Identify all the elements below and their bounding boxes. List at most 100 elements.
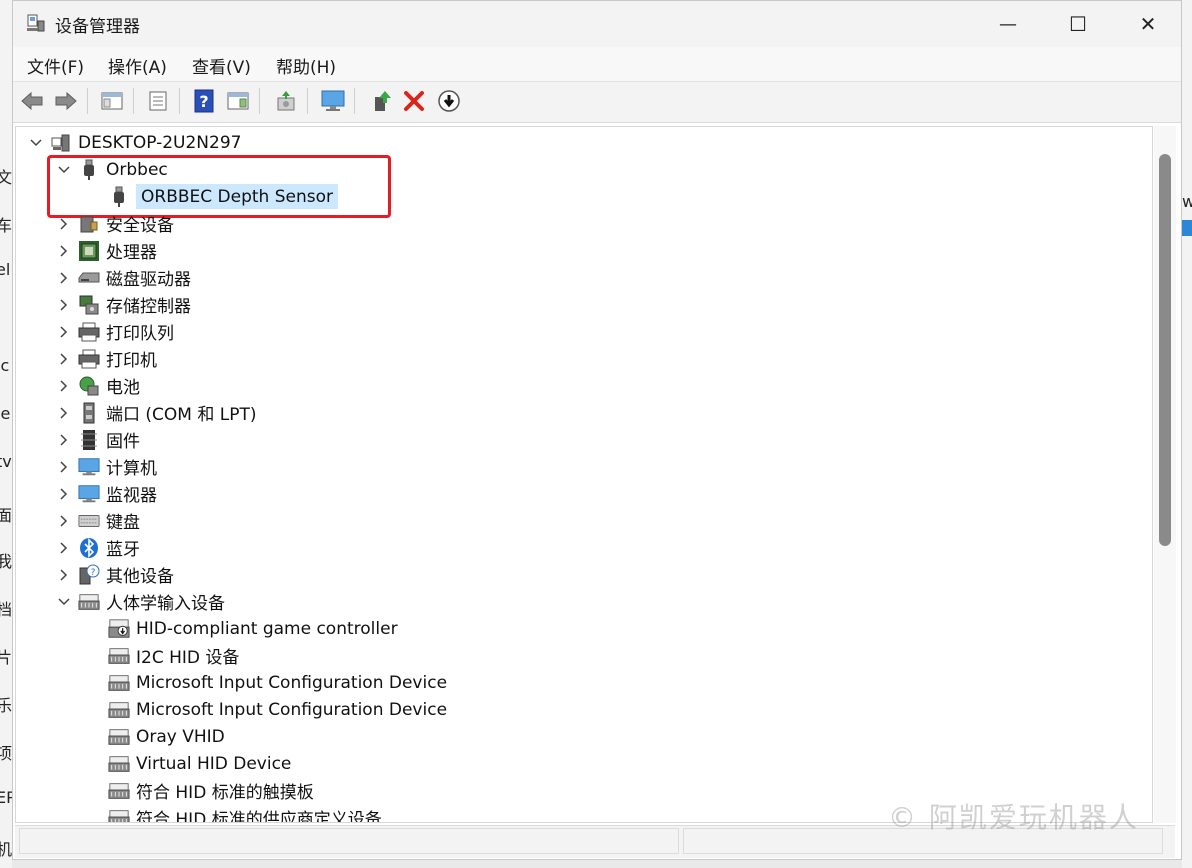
add-legacy-hardware-button[interactable]	[320, 88, 346, 114]
chevron-right-icon[interactable]	[56, 297, 72, 313]
disk-drive-icon	[78, 267, 100, 289]
tree-category-label: 磁盘驱动器	[106, 270, 191, 290]
tree-category-label: Orbbec	[106, 159, 168, 180]
chevron-right-icon[interactable]	[56, 567, 72, 583]
computer-tower-icon	[50, 132, 72, 154]
chevron-right-icon[interactable]	[56, 351, 72, 367]
chevron-right-icon[interactable]	[56, 270, 72, 286]
minimize-button[interactable]: —	[973, 1, 1043, 47]
chevron-down-icon[interactable]	[56, 162, 72, 178]
tree-category-firmware[interactable]: 固件	[56, 426, 140, 453]
menu-help[interactable]: 帮助(H)	[276, 53, 336, 78]
chevron-down-icon[interactable]	[28, 135, 44, 151]
tree-device-ms-input-config-2[interactable]: Microsoft Input Configuration Device	[108, 696, 447, 723]
tree-root-item[interactable]: DESKTOP-2U2N297	[28, 129, 241, 156]
tree-device-label-selected: ORBBEC Depth Sensor	[136, 184, 338, 209]
tree-category-hid[interactable]: 人体学输入设备	[56, 588, 225, 615]
bg-fragment: ic	[0, 356, 10, 375]
tree-category-storage-controllers[interactable]: 存储控制器	[56, 291, 191, 318]
tree-device-label: 符合 HID 标准的触摸板	[136, 783, 314, 803]
chevron-right-icon[interactable]	[56, 216, 72, 232]
chevron-right-icon[interactable]	[56, 243, 72, 259]
help-button[interactable]: ?	[191, 88, 217, 114]
tree-device-oray-vhid[interactable]: Oray VHID	[108, 723, 225, 750]
tree-category-ports[interactable]: 端口 (COM 和 LPT)	[56, 399, 257, 426]
tree-category-orbbec[interactable]: Orbbec	[56, 156, 168, 183]
chevron-right-icon[interactable]	[56, 432, 72, 448]
menu-file[interactable]: 文件(F)	[27, 53, 84, 78]
monitor-icon	[78, 483, 100, 505]
update-driver-button[interactable]	[368, 88, 394, 114]
background-window-right: w	[1182, 0, 1192, 868]
menu-action[interactable]: 操作(A)	[108, 53, 167, 78]
tree-device-hid-game-controller[interactable]: HID-compliant game controller	[108, 615, 398, 642]
action-pane-button[interactable]	[225, 88, 251, 114]
scrollbar-thumb[interactable]	[1159, 154, 1171, 546]
hid-game-controller-icon	[108, 618, 130, 640]
tree-category-bluetooth[interactable]: 蓝牙	[56, 534, 140, 561]
tree-device-label: Microsoft Input Configuration Device	[136, 672, 448, 693]
chevron-right-icon[interactable]	[56, 405, 72, 421]
chevron-down-icon[interactable]	[56, 594, 72, 610]
chevron-right-icon[interactable]	[56, 486, 72, 502]
show-hide-console-tree-button[interactable]	[99, 88, 125, 114]
tree-category-security[interactable]: 安全设备	[56, 210, 174, 237]
print-queue-icon	[78, 321, 100, 343]
toolbar: ?	[13, 82, 1181, 123]
uninstall-device-button[interactable]	[401, 88, 427, 114]
tree-category-label: 键盘	[106, 513, 140, 533]
toolbar-separator	[87, 88, 88, 114]
tree-device-label: 符合 HID 标准的供应商定义设备	[136, 810, 382, 823]
tree-category-label: 计算机	[106, 459, 157, 479]
bg-fragment: 面	[0, 506, 12, 525]
tree-category-processor[interactable]: 处理器	[56, 237, 157, 264]
svg-text:?: ?	[199, 92, 208, 111]
tree-category-disk-drives[interactable]: 磁盘驱动器	[56, 264, 191, 291]
menu-view[interactable]: 查看(V)	[192, 53, 251, 78]
tree-category-keyboards[interactable]: 键盘	[56, 507, 140, 534]
tree-category-printers[interactable]: 打印机	[56, 345, 157, 372]
tree-device-virtual-hid[interactable]: Virtual HID Device	[108, 750, 291, 777]
toolbar-separator	[259, 88, 260, 114]
svg-text:?: ?	[91, 568, 96, 578]
chevron-right-icon[interactable]	[56, 540, 72, 556]
tree-category-other-devices[interactable]: ? 其他设备	[56, 561, 174, 588]
tree-category-batteries[interactable]: 电池	[56, 372, 140, 399]
back-button[interactable]	[19, 88, 45, 114]
tree-device-i2c-hid[interactable]: I2C HID 设备	[108, 642, 239, 669]
properties-icon	[149, 91, 167, 111]
tree-device-orbbec-depth-sensor[interactable]: ORBBEC Depth Sensor	[108, 183, 338, 210]
chevron-right-icon[interactable]	[56, 378, 72, 394]
unknown-device-icon: ?	[78, 564, 100, 586]
help-icon: ?	[194, 89, 214, 113]
tree-category-print-queues[interactable]: 打印队列	[56, 318, 174, 345]
monitor-add-icon	[321, 90, 345, 111]
tree-category-monitors[interactable]: 监视器	[56, 480, 157, 507]
forward-button[interactable]	[53, 88, 79, 114]
title-bar[interactable]: 设备管理器 — ☐ ✕	[13, 1, 1181, 47]
tree-device-ms-input-config-1[interactable]: Microsoft Input Configuration Device	[108, 669, 447, 696]
back-arrow-icon	[21, 91, 43, 111]
device-manager-window: 设备管理器 — ☐ ✕ 文件(F) 操作(A) 查看(V) 帮助(H) ? DE…	[12, 0, 1182, 860]
tree-device-hid-vendor-defined[interactable]: 符合 HID 标准的供应商定义设备	[108, 804, 382, 823]
console-tree-icon	[101, 92, 123, 110]
usb-plug-icon	[108, 186, 130, 208]
uninstall-x-icon	[404, 91, 424, 111]
chevron-right-icon[interactable]	[56, 459, 72, 475]
chevron-right-icon[interactable]	[56, 513, 72, 529]
properties-button[interactable]	[145, 88, 171, 114]
tree-category-label: 打印机	[106, 351, 157, 371]
tree-category-label: 蓝牙	[106, 540, 140, 560]
chevron-right-icon[interactable]	[56, 324, 72, 340]
maximize-button[interactable]: ☐	[1043, 1, 1113, 47]
down-arrow-circle-icon	[438, 90, 460, 112]
close-button[interactable]: ✕	[1113, 1, 1183, 47]
watermark: © 阿凯爱玩机器人	[888, 801, 1139, 834]
disable-device-button[interactable]	[436, 88, 462, 114]
scan-hardware-changes-button[interactable]	[273, 88, 299, 114]
tree-category-label: 端口 (COM 和 LPT)	[106, 405, 257, 425]
tree-device-hid-touchpad[interactable]: 符合 HID 标准的触摸板	[108, 777, 314, 804]
bg-fragment: 我	[0, 552, 12, 571]
vertical-scrollbar[interactable]	[1154, 126, 1176, 823]
tree-category-computer[interactable]: 计算机	[56, 453, 157, 480]
